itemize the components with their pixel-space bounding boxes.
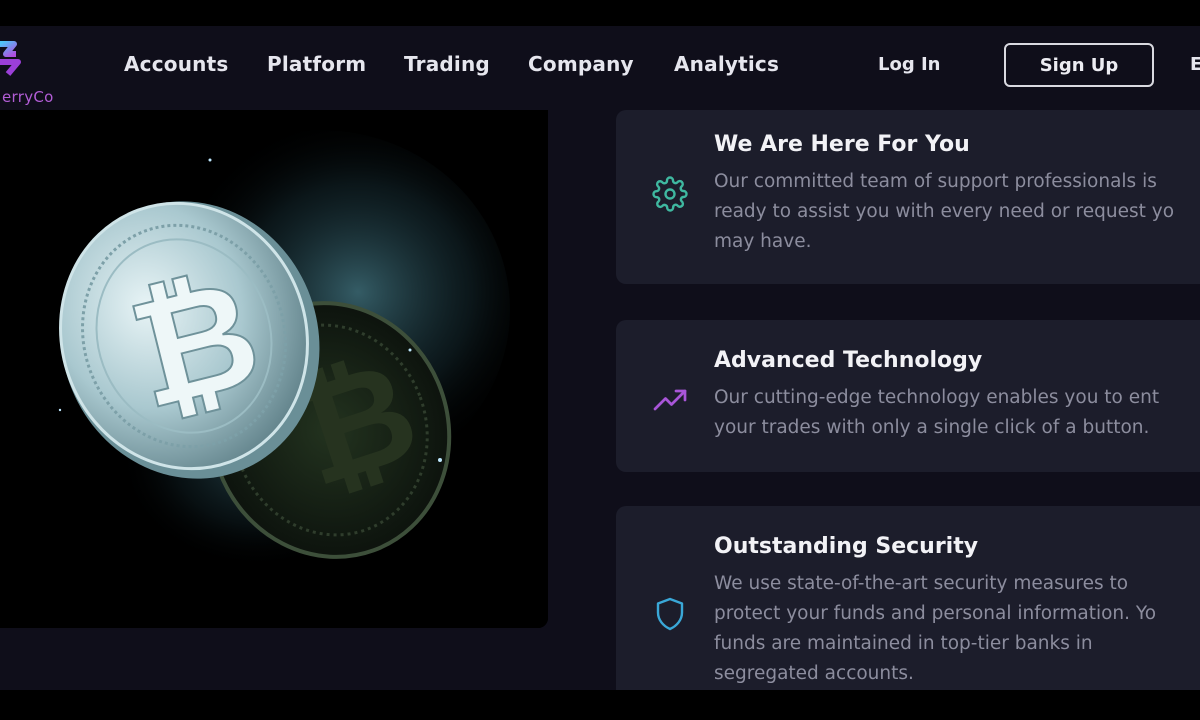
language-selector[interactable]: E: [1190, 54, 1200, 75]
signup-button[interactable]: Sign Up: [1004, 43, 1154, 87]
nav-analytics[interactable]: Analytics: [674, 52, 779, 76]
feature-card-security: Outstanding Security We use state-of-the…: [616, 506, 1200, 690]
feature-card-support: We Are Here For You Our committed team o…: [616, 110, 1200, 284]
logo-text: erryCo: [2, 88, 54, 106]
shield-icon: [656, 597, 684, 631]
trend-up-icon: [653, 389, 687, 411]
app-screen: erryCo Accounts Platform Trading Company…: [0, 26, 1200, 690]
brand-logo[interactable]: erryCo: [0, 36, 70, 106]
feature-description: We use state-of-the-art security measure…: [714, 573, 1157, 684]
feature-description: Our committed team of support profession…: [714, 171, 1175, 252]
top-nav: erryCo Accounts Platform Trading Company…: [0, 26, 1200, 110]
login-link[interactable]: Log In: [878, 54, 941, 75]
hero-image: ₿ ₿: [0, 110, 548, 628]
feature-title: We Are Here For You: [714, 132, 970, 157]
bitcoin-coins-illustration: ₿ ₿: [0, 110, 548, 628]
nav-accounts[interactable]: Accounts: [124, 52, 228, 76]
logo-mark-icon: [0, 41, 21, 76]
feature-title: Advanced Technology: [714, 348, 983, 373]
feature-description: Our cutting-edge technology enables you …: [714, 387, 1160, 438]
feature-title: Outstanding Security: [714, 534, 979, 559]
gear-icon: [652, 176, 688, 212]
feature-card-technology: Advanced Technology Our cutting-edge tec…: [616, 320, 1200, 472]
nav-trading[interactable]: Trading: [404, 52, 490, 76]
nav-platform[interactable]: Platform: [267, 52, 366, 76]
nav-company[interactable]: Company: [528, 52, 634, 76]
